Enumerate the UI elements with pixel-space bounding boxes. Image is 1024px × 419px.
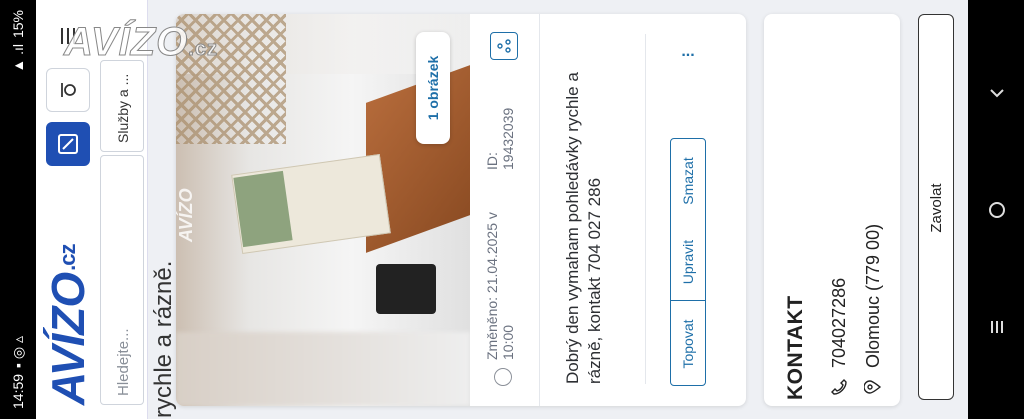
status-time: 14:59 (10, 373, 26, 409)
listing-meta: ID: 19432039 Změněno: 21.04.2025 v 10:00 (470, 14, 540, 406)
listing-id: ID: 19432039 (484, 107, 516, 170)
contact-title: KONTAKT (784, 295, 807, 400)
modified-date: Změněno: 21.04.2025 v 10:00 (484, 212, 516, 360)
call-button[interactable]: Zavolat (918, 14, 954, 400)
share-icon (497, 39, 511, 53)
navigation-bar (968, 0, 1024, 419)
search-input[interactable]: Hledejte... (100, 155, 144, 405)
phone-icon (830, 378, 848, 396)
topovat-button[interactable]: Topovat (671, 301, 705, 385)
services-dropdown[interactable]: Služby a ... (100, 60, 144, 152)
listing-actions: Topovat Upravit Smazat (670, 138, 706, 386)
divider (645, 34, 646, 384)
recents-icon (991, 321, 1003, 333)
contact-card: KONTAKT 704027286 Olomouc (779 00) (764, 14, 900, 406)
listing-description-area: Dobrý den vymaham pohledávky rychle a rá… (540, 14, 746, 406)
status-bar: 14:59 ▪ ◎ ▵ ▲ .ıl 15% (0, 0, 36, 419)
collapse-button[interactable] (986, 82, 1008, 104)
recents-button[interactable] (986, 316, 1008, 338)
signal-icon: ▲ .ıl (10, 44, 26, 73)
app-content: AVÍZO .cz Hledejte... Služby a ... rychle… (36, 0, 968, 419)
more-options-button[interactable]: ... (678, 42, 698, 62)
contact-location: Olomouc (779 00) (858, 186, 888, 396)
upravit-button[interactable]: Upravit (671, 223, 705, 301)
contact-phone[interactable]: 704027286 (824, 236, 854, 396)
clock-icon (494, 368, 512, 386)
listing-photo[interactable]: AVÍZO 1 obrázek (176, 14, 470, 406)
search-placeholder: Hledejte... (114, 328, 132, 396)
listing-card: AVÍZO 1 obrázek ID: 19432039 Změněno: 21… (176, 14, 746, 406)
notification-icons: ▪ ◎ ▵ (9, 335, 26, 368)
listing-description: Dobrý den vymaham pohledávky rychle a rá… (563, 72, 604, 384)
avizo-logo[interactable]: AVÍZO .cz (40, 195, 96, 405)
add-listing-button[interactable] (46, 122, 90, 166)
smazat-button[interactable]: Smazat (671, 139, 705, 223)
user-icon (61, 83, 76, 97)
battery-text: 15% (10, 10, 26, 39)
edit-icon (58, 134, 78, 154)
photo-watermark: AVÍZO (176, 188, 196, 242)
home-circle-icon (989, 202, 1005, 218)
screen: 14:59 ▪ ◎ ▵ ▲ .ıl 15% AVÍZO .cz Hledejte… (0, 0, 1024, 419)
brand-watermark-overlay: AVÍZO.cz (63, 20, 218, 65)
services-label: Služby a ... (115, 73, 131, 143)
location-pin-icon (864, 378, 882, 396)
home-button[interactable] (986, 199, 1008, 221)
image-count-badge[interactable]: 1 obrázek (416, 32, 450, 144)
account-button[interactable] (46, 68, 90, 112)
chevron-down-icon (990, 89, 1004, 98)
share-button[interactable] (490, 32, 518, 60)
